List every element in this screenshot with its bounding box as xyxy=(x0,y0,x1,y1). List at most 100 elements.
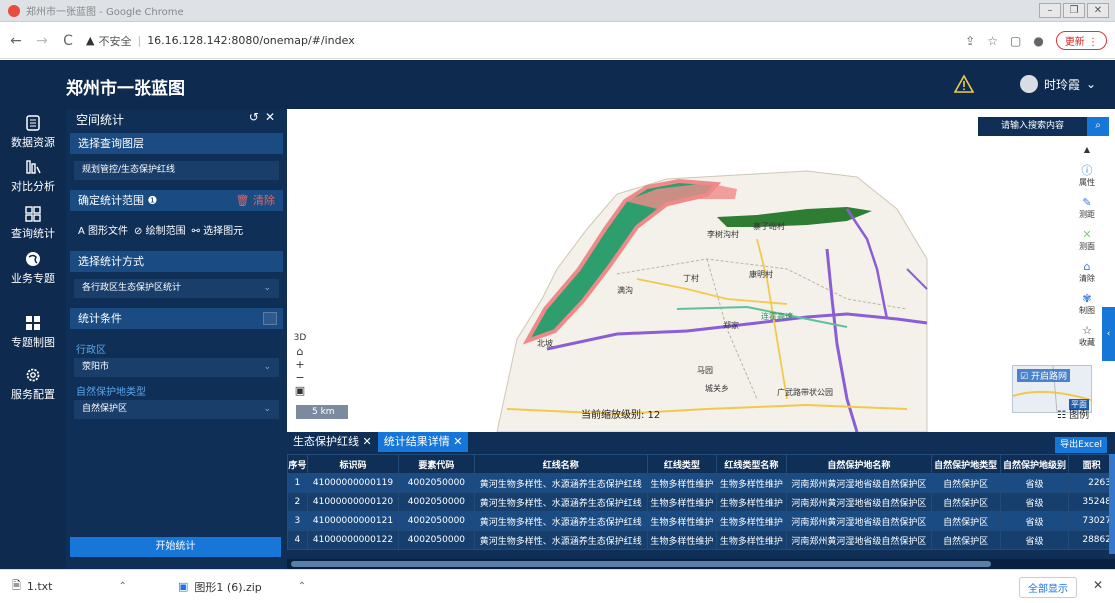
fullscreen-icon[interactable]: ▣ xyxy=(291,384,309,397)
tool-measure-distance[interactable]: ✎ 测距 xyxy=(1073,197,1101,220)
table-row[interactable]: 3 41000000000121 4002050000 黄河生物多样性、水源涵养生态保… xyxy=(287,511,1115,531)
place-label: 连霍高速 xyxy=(761,312,793,321)
road-network-toggle[interactable]: ☑ 开启路网 xyxy=(1017,369,1070,382)
layer-field[interactable]: 规划管控/生态保护红线 xyxy=(74,161,279,180)
map-toolbar: ▲ ⓘ 属性 ✎ 测距 ✕ 测面 ⌂ 清除 ✾ 制图 ☆ 收藏 xyxy=(1073,143,1101,365)
minimize-button[interactable]: – xyxy=(1039,3,1061,18)
bookmark-star-icon[interactable]: ☆ xyxy=(987,34,998,48)
profile-icon[interactable]: ● xyxy=(1033,34,1043,48)
place-label: 丁村 xyxy=(683,274,699,283)
region-label: 行政区 xyxy=(76,345,106,356)
tool-clear[interactable]: ⌂ 清除 xyxy=(1073,261,1101,284)
undo-icon[interactable]: ↺ xyxy=(249,110,265,124)
chevron-down-icon: ⌄ xyxy=(1086,77,1097,91)
reserve-type-select[interactable]: 自然保护区 ⌄ xyxy=(74,400,279,419)
zoom-control: 3D ⌂ + − ▣ xyxy=(291,332,309,397)
tool-favorite[interactable]: ☆ 收藏 xyxy=(1073,325,1101,348)
eraser-icon: ⌂ xyxy=(1083,260,1091,273)
table-row[interactable]: 4 41000000000122 4002050000 黄河生物多样性、水源涵养生态保… xyxy=(287,530,1115,550)
collapse-toolbar-tab[interactable]: ‹ xyxy=(1102,307,1115,361)
browser-titlebar: 郑州市一张蓝图 - Google Chrome – ❐ ✕ xyxy=(0,0,1115,22)
home-icon[interactable]: ⌂ xyxy=(291,345,309,358)
clear-button[interactable]: 🗑 清除 xyxy=(236,190,275,211)
method-select[interactable]: 各行政区生态保护区统计 ⌄ xyxy=(74,279,279,298)
nav-item-compare[interactable]: 对比分析 xyxy=(0,159,66,194)
reload-icon[interactable]: C xyxy=(58,33,78,49)
close-shelf-icon[interactable]: ✕ xyxy=(1093,578,1103,592)
section-stat-condition: 统计条件 xyxy=(70,308,283,329)
zoom-in-button[interactable]: + xyxy=(291,358,309,371)
draw-range-button[interactable]: ⊘ 绘制范围 xyxy=(134,222,186,237)
map-view[interactable]: 李树沟村 寨子峪村 丁村 满沟 康明村 郑家 北坡 连霍高速 马园 城关乡 广武… xyxy=(287,109,1115,432)
place-label: 寨子峪村 xyxy=(753,222,785,231)
close-tab-icon[interactable]: ✕ xyxy=(363,435,372,448)
zoom-out-button[interactable]: − xyxy=(291,371,309,384)
shape-file-button[interactable]: A 图形文件 xyxy=(78,222,128,237)
show-all-button[interactable]: 全部显示 xyxy=(1019,577,1077,598)
forward-icon[interactable]: → xyxy=(32,33,52,49)
tab-stat-details[interactable]: 统计结果详情 ✕ xyxy=(377,432,469,452)
tab-strip-icon[interactable]: ▢ xyxy=(1010,34,1021,48)
close-window-button[interactable]: ✕ xyxy=(1087,3,1109,18)
gear-icon xyxy=(26,368,40,382)
col-header: 序号 xyxy=(287,454,308,474)
share-icon[interactable]: ⇪ xyxy=(965,34,975,48)
vertical-scrollbar[interactable] xyxy=(1109,454,1115,554)
download-item[interactable]: 🗎 1.txt ⌃ xyxy=(12,577,152,596)
back-icon[interactable]: ← xyxy=(6,33,26,49)
update-button[interactable]: 更新 ⋮ xyxy=(1055,31,1107,50)
map-search-input[interactable]: 请输入搜索内容 xyxy=(978,117,1087,136)
export-excel-button[interactable]: 导出Excel xyxy=(1055,437,1107,453)
chevron-up-icon[interactable]: ⌃ xyxy=(119,581,127,592)
warning-icon: ▲ xyxy=(86,34,95,47)
nav-item-data-resources[interactable]: 数据资源 xyxy=(0,115,66,150)
download-item[interactable]: ▣ 图形1 (6).zip ⌃ xyxy=(178,579,306,595)
tool-measure-area[interactable]: ✕ 测面 xyxy=(1073,229,1101,252)
tool-attributes[interactable]: ⓘ 属性 xyxy=(1073,165,1101,188)
collapse-up-icon[interactable]: ▲ xyxy=(1073,145,1101,154)
restore-button[interactable]: ❐ xyxy=(1063,3,1085,18)
reserve-type-label: 自然保护地类型 xyxy=(76,387,146,398)
tab-eco-red-line[interactable]: 生态保护红线 ✕ xyxy=(287,432,378,452)
col-header: 红线类型名称 xyxy=(715,454,788,474)
file-icon: 🗎 xyxy=(12,579,21,592)
col-header: 标识码 xyxy=(306,454,400,474)
3d-toggle[interactable]: 3D xyxy=(291,332,309,345)
results-table: 序号 标识码 要素代码 红线名称 红线类型 红线类型名称 自然保护地名称 自然保… xyxy=(287,454,1115,550)
star-icon: ☆ xyxy=(1082,324,1092,337)
url-field[interactable]: ▲ 不安全 | 16.16.128.142:8080/onemap/#/inde… xyxy=(86,33,355,49)
col-header: 自然保护地名称 xyxy=(786,454,932,474)
col-header: 面积 xyxy=(1068,454,1115,474)
measure-area-icon: ✕ xyxy=(1082,228,1092,241)
legend-button[interactable]: ☷ 图例 xyxy=(1057,406,1089,421)
panel-title: 空间统计 xyxy=(76,113,125,127)
scrollbar-thumb[interactable] xyxy=(291,561,991,567)
nav-item-query-stats[interactable]: 查询统计 xyxy=(0,206,66,241)
section-stat-range: 确定统计范围 ❶ 🗑 清除 xyxy=(70,190,283,211)
nav-item-thematic-mapping[interactable]: 专题制图 xyxy=(0,315,66,350)
zoom-level-text: 当前缩放级别: 12 xyxy=(581,410,661,421)
compare-icon xyxy=(26,160,41,174)
close-panel-icon[interactable]: ✕ xyxy=(265,110,281,124)
letter-a-icon: A xyxy=(78,226,85,237)
nav-item-business-topics[interactable]: 业务专题 xyxy=(0,251,66,286)
zip-file-icon: ▣ xyxy=(178,580,189,593)
nav-item-service-config[interactable]: 服务配置 xyxy=(0,367,66,402)
table-row[interactable]: 2 41000000000120 4002050000 黄河生物多样性、水源涵养生态保… xyxy=(287,492,1115,512)
section-select-layer: 选择查询图层 xyxy=(70,133,283,154)
table-row[interactable]: 1 41000000000119 4002050000 黄河生物多样性、水源涵养生态保… xyxy=(287,473,1115,493)
tool-draw[interactable]: ✾ 制图 xyxy=(1073,293,1101,316)
chevron-up-icon[interactable]: ⌃ xyxy=(298,581,306,592)
horizontal-scrollbar[interactable] xyxy=(287,559,1115,569)
region-select[interactable]: 荥阳市 ⌄ xyxy=(74,358,279,377)
condition-toggle[interactable] xyxy=(263,312,277,325)
alert-icon[interactable] xyxy=(954,74,974,94)
place-label: 马园 xyxy=(697,366,713,375)
user-menu[interactable]: 时玲霞 ⌄ xyxy=(1020,75,1096,93)
nodes-icon: ⚯ xyxy=(191,226,200,237)
close-tab-icon[interactable]: ✕ xyxy=(453,435,462,448)
pen-icon: ⊘ xyxy=(134,226,143,237)
select-element-button[interactable]: ⚯ 选择图元 xyxy=(192,222,244,237)
start-stats-button[interactable]: 开始统计 xyxy=(70,537,281,557)
search-icon[interactable]: ⌕ xyxy=(1087,117,1109,136)
